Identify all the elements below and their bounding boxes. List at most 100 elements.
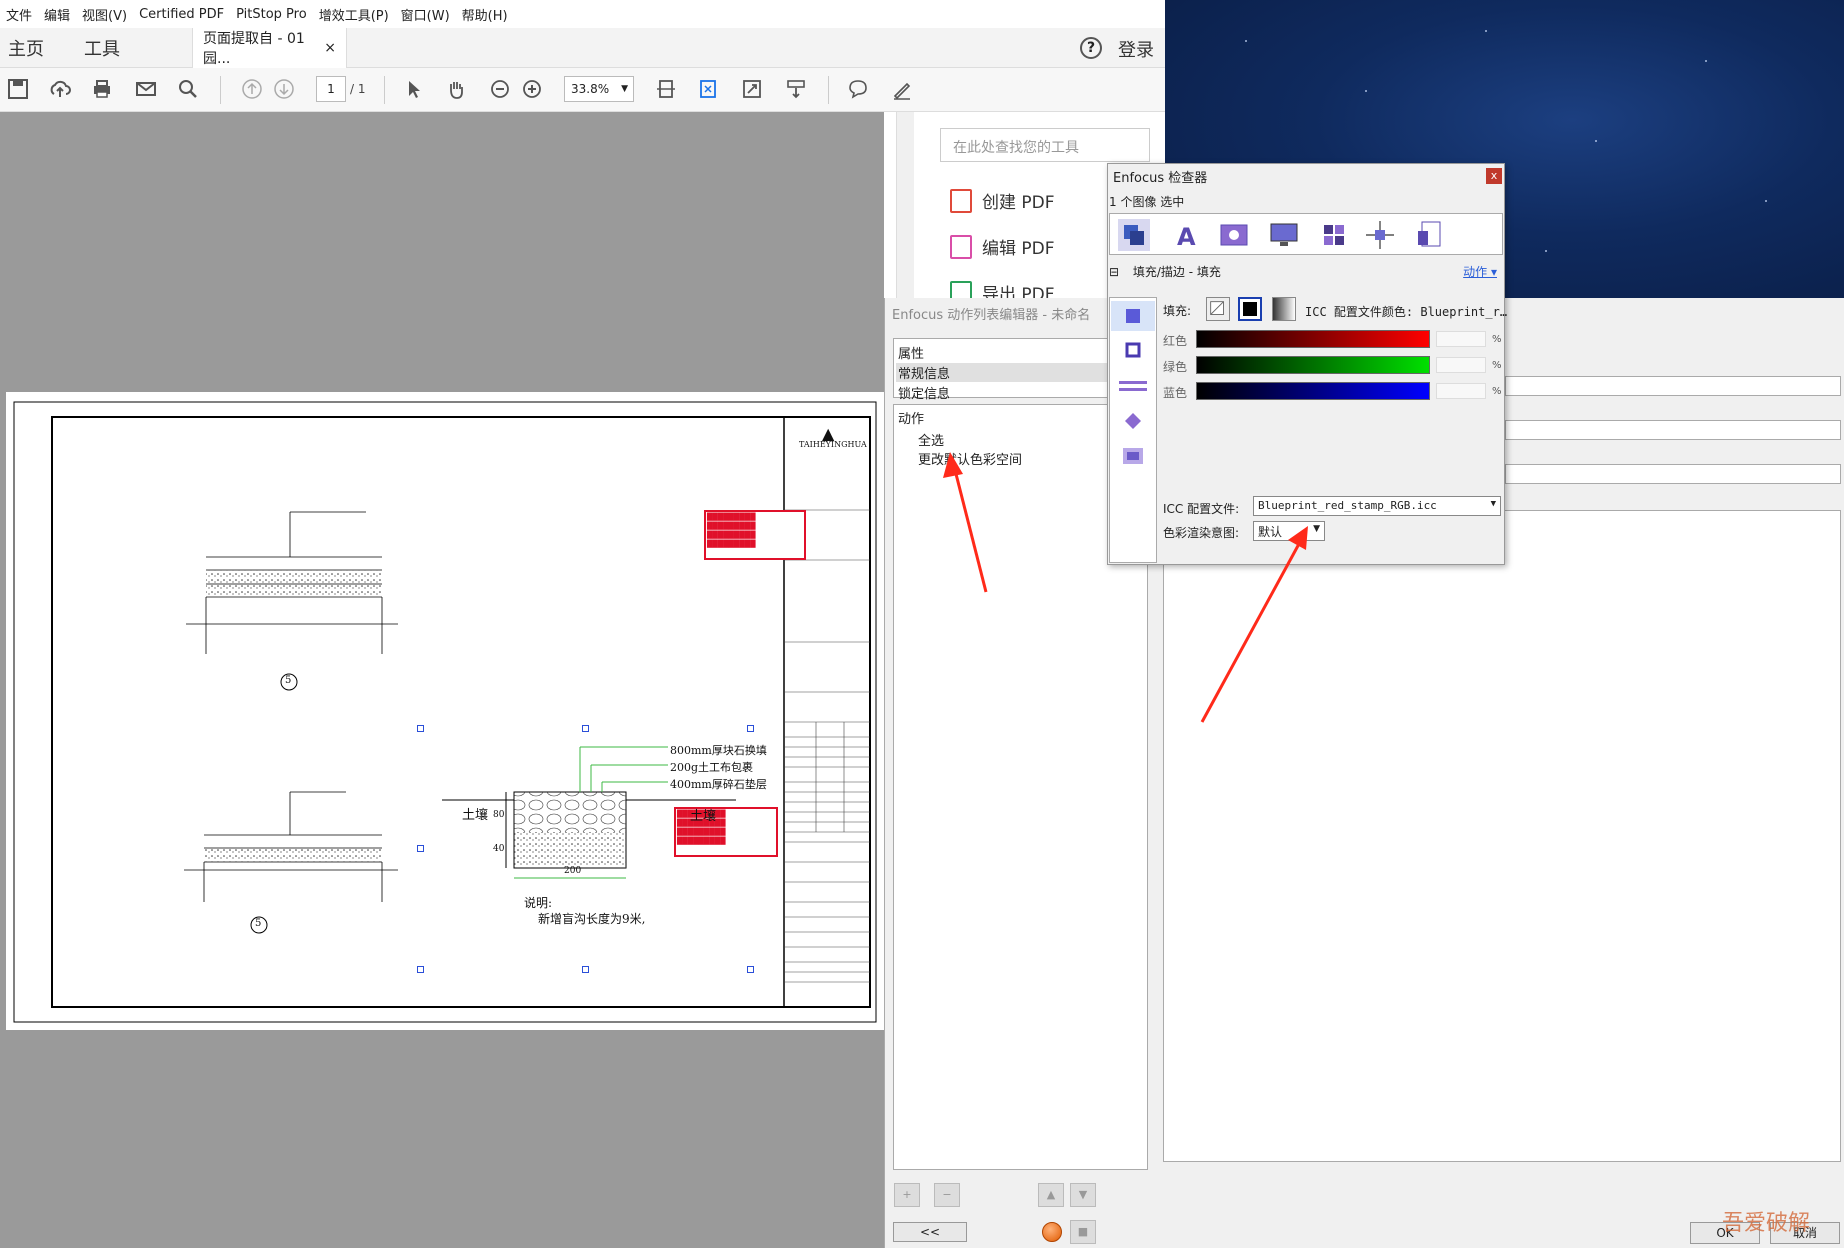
page-number-input[interactable]: 1 <box>316 76 346 102</box>
icc-profile-value: Blueprint_red_stamp_RGB.icc <box>1258 499 1437 512</box>
icc-profile-label: ICC 配置文件: <box>1163 502 1240 516</box>
stop-button[interactable]: ■ <box>1070 1220 1096 1244</box>
action-settings-panel <box>1163 510 1841 1162</box>
selection-handle[interactable] <box>747 966 754 973</box>
tab-tools[interactable]: 工具 <box>56 35 132 61</box>
upload-cloud-icon[interactable] <box>48 78 72 102</box>
red-channel-value[interactable] <box>1436 331 1486 347</box>
monitor-icon[interactable] <box>1268 219 1300 251</box>
pdf-page[interactable]: ▲ TAIHEYINGHUA █████████ █████████ ███████… <box>6 392 884 1030</box>
icc-profile-select[interactable]: Blueprint_red_stamp_RGB.icc ▼ <box>1253 496 1501 516</box>
move-up-button[interactable]: ▲ <box>1038 1183 1064 1207</box>
menu-window[interactable]: 窗口(W) <box>395 5 456 24</box>
settings-field[interactable] <box>1505 464 1841 484</box>
layout-icon[interactable] <box>1318 219 1350 251</box>
move-down-button[interactable]: ▼ <box>1070 1183 1096 1207</box>
select-arrow-icon[interactable] <box>402 78 426 102</box>
print-icon[interactable] <box>90 78 114 102</box>
green-channel-value[interactable] <box>1436 357 1486 373</box>
next-page-icon[interactable] <box>272 78 296 102</box>
blue-channel-value[interactable] <box>1436 383 1486 399</box>
fit-width-icon[interactable] <box>654 78 678 102</box>
green-channel-slider[interactable] <box>1196 356 1430 374</box>
menu-help[interactable]: 帮助(H) <box>456 5 514 24</box>
comment-icon[interactable] <box>846 78 870 102</box>
tab-document[interactable]: 页面提取自 - 01 园... × <box>192 27 347 68</box>
remove-action-button[interactable]: − <box>934 1183 960 1207</box>
menu-plugins[interactable]: 增效工具(P) <box>313 5 395 24</box>
tool-search-input[interactable]: 在此处查找您的工具 <box>940 128 1150 162</box>
selection-handle[interactable] <box>582 725 589 732</box>
zoom-level-value: 33.8% <box>571 82 610 96</box>
hand-tool-icon[interactable] <box>444 78 468 102</box>
stroke-tab-icon[interactable] <box>1111 336 1155 366</box>
no-fill-swatch[interactable] <box>1206 297 1230 321</box>
line-style-icon[interactable] <box>1111 371 1155 401</box>
settings-field[interactable] <box>1505 376 1841 396</box>
settings-field[interactable] <box>1505 420 1841 440</box>
save-icon[interactable] <box>6 78 30 102</box>
position-icon[interactable] <box>1364 219 1396 251</box>
red-channel-label: 红色 <box>1163 334 1188 348</box>
note-title: 说明: <box>524 896 553 910</box>
collapse-icon[interactable]: ⊟ <box>1109 265 1119 279</box>
rendering-intent-select[interactable]: 默认 ▼ <box>1253 521 1325 541</box>
tool-edit-pdf[interactable]: 编辑 PDF <box>950 234 1055 259</box>
blue-channel-slider[interactable] <box>1196 382 1430 400</box>
selection-handle[interactable] <box>417 966 424 973</box>
transparency-icon[interactable] <box>1111 441 1155 471</box>
new-action-button[interactable]: + <box>894 1183 920 1207</box>
layer-label-1: 800mm厚块石换填 <box>670 744 767 757</box>
menu-pitstop-pro[interactable]: PitStop Pro <box>230 7 313 22</box>
toolbar-divider <box>828 76 829 104</box>
fill-stroke-icon[interactable] <box>1118 219 1150 251</box>
chevron-down-icon: ▼ <box>1313 524 1320 534</box>
collapse-button[interactable]: << <box>893 1222 967 1242</box>
blue-channel-label: 蓝色 <box>1163 386 1188 400</box>
help-icon[interactable]: ? <box>1080 37 1102 59</box>
image-icon[interactable] <box>1218 219 1250 251</box>
selection-handle[interactable] <box>417 725 424 732</box>
red-channel-slider[interactable] <box>1196 330 1430 348</box>
login-button[interactable]: 登录 <box>1118 36 1154 62</box>
document-info-icon[interactable] <box>1414 219 1446 251</box>
selection-handle[interactable] <box>582 966 589 973</box>
action-editor-title: Enfocus 动作列表编辑器 - 未命名 <box>892 308 1091 323</box>
text-icon[interactable]: A <box>1170 219 1202 251</box>
menu-certified-pdf[interactable]: Certified PDF <box>133 7 230 22</box>
chevron-down-icon: ▼ <box>621 84 628 94</box>
section-title: 填充/描边 - 填充 <box>1132 265 1221 279</box>
tool-create-pdf[interactable]: 创建 PDF <box>950 188 1055 213</box>
solid-fill-swatch[interactable] <box>1238 297 1262 321</box>
sign-pen-icon[interactable] <box>890 78 914 102</box>
zoom-in-icon[interactable] <box>520 78 544 102</box>
search-icon[interactable] <box>176 78 200 102</box>
zoom-out-icon[interactable] <box>488 78 512 102</box>
fullscreen-icon[interactable] <box>740 78 764 102</box>
gradient-fill-swatch[interactable] <box>1272 297 1296 321</box>
selection-handle[interactable] <box>417 845 424 852</box>
menu-file[interactable]: 文件 <box>0 5 38 24</box>
close-icon[interactable]: × <box>324 40 336 56</box>
blend-icon[interactable] <box>1111 406 1155 436</box>
section-header: ⊟ 填充/描边 - 填充 动作 ▾ <box>1109 263 1503 283</box>
actions-menu-link[interactable]: 动作 ▾ <box>1463 263 1497 280</box>
email-icon[interactable] <box>134 78 158 102</box>
previous-page-icon[interactable] <box>240 78 264 102</box>
menu-edit[interactable]: 编辑 <box>38 5 76 24</box>
close-icon[interactable]: x <box>1486 168 1502 184</box>
green-channel-label: 绿色 <box>1163 360 1188 374</box>
tool-label: 创建 PDF <box>982 193 1055 213</box>
zoom-level-select[interactable]: 33.8% ▼ <box>564 76 634 102</box>
note-body: 新增盲沟长度为9米, <box>538 912 646 926</box>
dimension-side-top: 80 <box>493 810 505 820</box>
soil-label-right: 土壤 <box>690 809 717 824</box>
record-icon[interactable] <box>1042 1222 1062 1242</box>
fit-page-icon[interactable] <box>696 78 720 102</box>
fill-tab-icon[interactable] <box>1111 301 1155 331</box>
page-total-label: / 1 <box>350 82 366 96</box>
scroll-mode-icon[interactable] <box>784 78 808 102</box>
tab-home[interactable]: 主页 <box>0 35 56 61</box>
menu-view[interactable]: 视图(V) <box>76 5 133 24</box>
selection-handle[interactable] <box>747 725 754 732</box>
